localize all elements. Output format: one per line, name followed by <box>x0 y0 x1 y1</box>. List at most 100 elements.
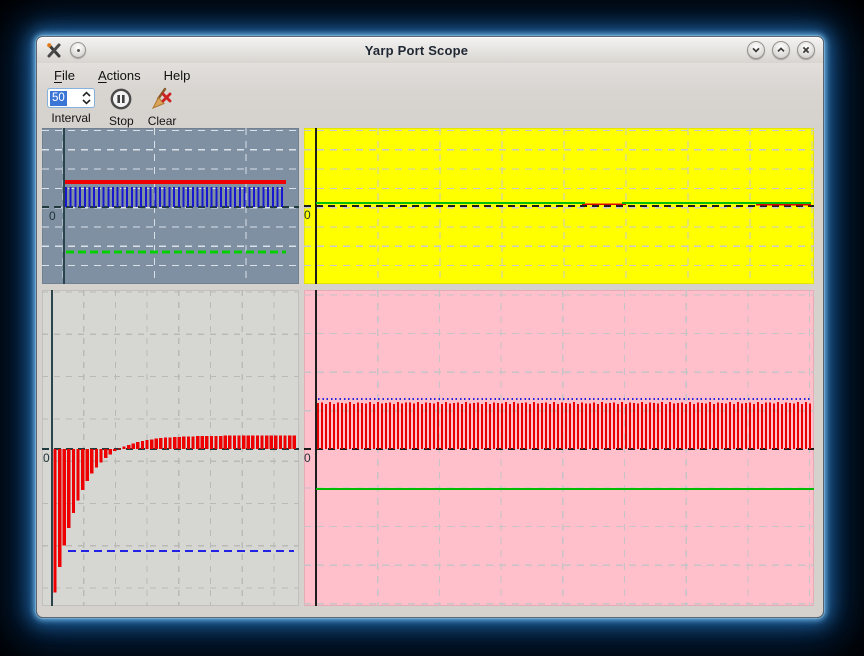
series-red-pulse-train-bar <box>337 403 339 449</box>
series-red-pulse-train-bar <box>429 403 431 449</box>
minimize-button[interactable] <box>747 41 765 59</box>
series-red-exponential-bars-bar <box>136 442 139 449</box>
series-red-exponential-bars-bar <box>224 436 227 449</box>
series-red-exponential-bars-bar <box>145 440 148 449</box>
window-title: Yarp Port Scope <box>86 43 747 58</box>
series-blue-pulse-bars-bar <box>168 187 170 207</box>
chevron-up-icon <box>776 45 786 55</box>
interval-spinbox[interactable]: 50 <box>47 88 95 108</box>
series-red-exponential-bars-bar <box>122 447 125 449</box>
zero-tick-label: 0 <box>304 209 311 221</box>
series-blue-pulse-bars-bar <box>267 187 269 207</box>
series-red-exponential-bars-bar <box>81 449 84 490</box>
series-blue-pulse-bars-bar <box>145 187 147 207</box>
series-red-pulse-train-bar <box>641 402 643 449</box>
series-red-pulse-train-bar <box>629 403 631 449</box>
series-red-pulse-train-bar <box>793 403 795 449</box>
series-blue-pulse-bars-bar <box>262 187 264 207</box>
series-red-pulse-train-bar <box>669 402 671 449</box>
series-red-exponential-bars-bar <box>53 449 56 593</box>
series-red-exponential-bars-bar <box>118 449 121 450</box>
series-red-exponential-bars-bar <box>113 449 116 451</box>
series-red-pulse-train-bar <box>397 402 399 449</box>
series-red-pulse-train-bar <box>705 404 707 449</box>
series-red-pulse-train-bar <box>497 403 499 449</box>
zero-tick-label: 0 <box>304 452 311 464</box>
series-blue-pulse-bars-bar <box>136 187 138 207</box>
series-blue-pulse-bars-bar <box>89 187 91 207</box>
series-blue-pulse-bars-bar <box>117 187 119 207</box>
series-red-pulse-train-bar <box>453 403 455 449</box>
stop-button[interactable]: Stop <box>109 87 134 128</box>
series-red-exponential-bars-bar <box>219 436 222 449</box>
series-red-pulse-train-bar <box>477 403 479 449</box>
series-red-pulse-train-bar <box>585 403 587 449</box>
series-blue-pulse-bars-bar <box>79 187 81 207</box>
series-red-pulse-train-bar <box>593 402 595 449</box>
series-red-pulse-train-bar <box>369 402 371 449</box>
series-red-exponential-bars-bar <box>173 437 176 449</box>
spin-stepper[interactable] <box>81 91 92 105</box>
series-red-pulse-train-bar <box>805 402 807 449</box>
maximize-button[interactable] <box>772 41 790 59</box>
series-blue-pulse-bars-bar <box>234 187 236 207</box>
crossed-tools-icon[interactable] <box>45 41 63 59</box>
series-red-pulse-train-bar <box>637 404 639 449</box>
titlebar[interactable]: Yarp Port Scope <box>37 37 823 63</box>
series-red-pulse-train-bar <box>413 404 415 449</box>
series-red-exponential-bars-bar <box>58 449 61 567</box>
series-red-pulse-train-bar <box>589 403 591 449</box>
series-blue-pulse-bars-bar <box>201 187 203 207</box>
plot-top-right: 0 <box>304 128 814 284</box>
clear-button[interactable]: Clear <box>148 87 177 128</box>
series-red-pulse-train-bar <box>529 404 531 449</box>
series-red-pulse-train-bar <box>769 403 771 449</box>
series-blue-pulse-bars-bar <box>178 187 180 207</box>
series-red-pulse-train-bar <box>317 403 319 449</box>
series-red-pulse-train-bar <box>633 403 635 449</box>
series-red-exponential-bars-bar <box>196 436 199 449</box>
series-blue-pulse-bars-bar <box>84 187 86 207</box>
series-red-exponential-bars-bar <box>63 449 66 546</box>
plot-canvas-top-left <box>42 128 299 284</box>
series-red-pulse-train-bar <box>673 404 675 449</box>
series-red-pulse-train-bar <box>741 403 743 449</box>
interval-value[interactable]: 50 <box>50 91 67 106</box>
series-red-exponential-bars-bar <box>182 437 185 449</box>
series-red-pulse-train-bar <box>361 403 363 449</box>
series-red-pulse-train-bar <box>653 403 655 449</box>
series-red-exponential-bars-bar <box>72 449 75 513</box>
series-red-pulse-train-bar <box>505 402 507 449</box>
series-red-pulse-train-bar <box>613 403 615 449</box>
series-red-pulse-train-bar <box>385 403 387 449</box>
plot-bottom-left: 0 <box>42 290 299 606</box>
series-red-exponential-bars-bar <box>168 437 171 449</box>
menu-item-file[interactable]: File <box>47 66 82 85</box>
menu-item-actions[interactable]: Actions <box>91 66 148 85</box>
chevron-up-icon[interactable] <box>83 93 90 96</box>
series-blue-pulse-bars-bar <box>281 187 283 207</box>
series-red-pulse-train-bar <box>797 402 799 449</box>
series-blue-pulse-bars-bar <box>197 187 199 207</box>
series-red-pulse-train-bar <box>405 403 407 449</box>
series-red-pulse-train-bar <box>773 404 775 449</box>
series-red-exponential-bars-bar <box>228 436 231 449</box>
series-red-pulse-train-bar <box>401 404 403 449</box>
pause-circle-icon <box>109 87 133 111</box>
series-red-pulse-train-bar <box>581 402 583 449</box>
chevron-down-icon[interactable] <box>83 100 90 103</box>
series-red-pulse-train-bar <box>389 402 391 449</box>
series-red-pulse-train-bar <box>809 403 811 449</box>
series-red-pulse-train-bar <box>597 404 599 449</box>
series-red-pulse-train-bar <box>717 402 719 449</box>
series-red-pulse-train-bar <box>353 404 355 449</box>
close-button[interactable] <box>797 41 815 59</box>
series-red-pulse-train-bar <box>765 403 767 449</box>
series-red-pulse-train-bar <box>665 404 667 449</box>
series-red-pulse-train-bar <box>481 404 483 449</box>
series-red-pulse-train-bar <box>557 404 559 449</box>
plot-canvas-bottom-left <box>42 290 299 606</box>
menu-item-help[interactable]: Help <box>157 66 198 85</box>
window-menu-dot-button[interactable] <box>70 42 86 58</box>
series-red-pulse-train-bar <box>489 404 491 449</box>
